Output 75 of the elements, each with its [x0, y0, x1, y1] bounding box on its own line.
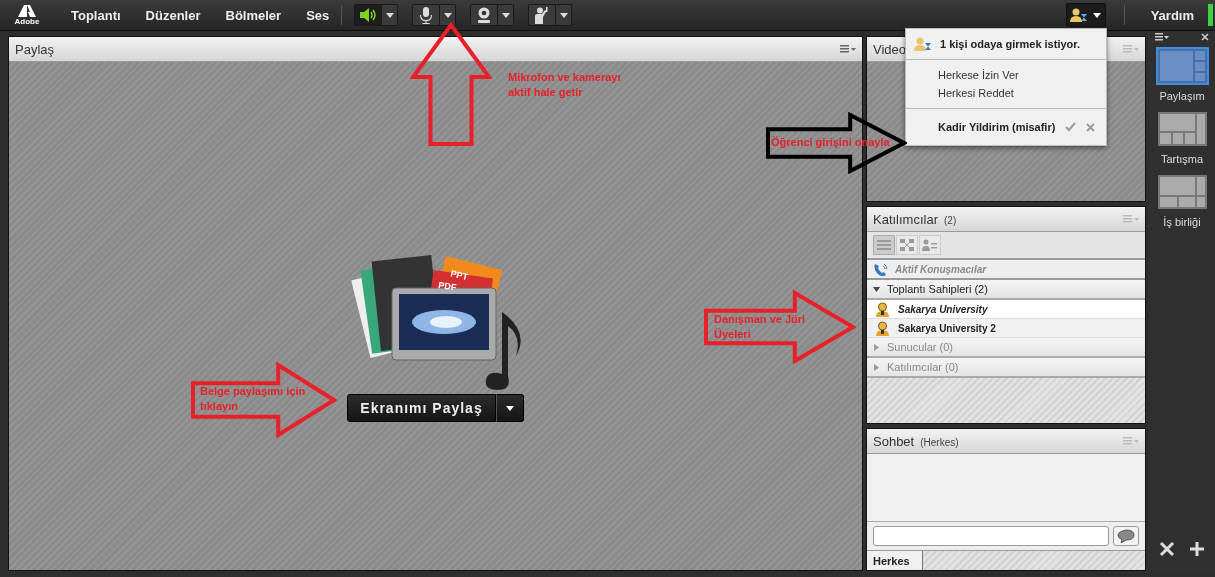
- help-menu[interactable]: Yardım: [1150, 7, 1194, 23]
- camera-button[interactable]: [470, 4, 499, 26]
- speaker-icon: [359, 7, 378, 23]
- host-icon: [875, 320, 890, 336]
- webcam-icon: [476, 7, 493, 23]
- tools-icon[interactable]: [1159, 541, 1175, 557]
- menu-item[interactable]: Düzenler: [145, 7, 201, 23]
- user-hourglass-icon: [1070, 8, 1089, 22]
- logo-icon: [18, 4, 36, 17]
- add-icon[interactable]: [1189, 541, 1205, 557]
- logo-text: Adobe: [14, 16, 40, 26]
- close-icon[interactable]: [1201, 33, 1209, 41]
- file-label: PDF: [437, 280, 457, 293]
- annotation-text: Danışman ve Jüri Üyeleri: [714, 312, 806, 342]
- menu-item[interactable]: Ses: [306, 7, 330, 23]
- mic-button[interactable]: [412, 4, 441, 26]
- attendee-row[interactable]: Sakarya University 2: [867, 319, 1145, 338]
- annotation-text: Mikrofon ve kamerayı aktif hale getir: [508, 70, 621, 100]
- layout-button[interactable]: İş birliği: [1155, 169, 1209, 232]
- person-icon: [922, 238, 938, 252]
- phone-icon: [873, 262, 889, 276]
- caret-icon: [443, 12, 452, 18]
- connection-indicator: [1208, 4, 1213, 26]
- layout-thumbnail-icon: [1155, 110, 1209, 148]
- chat-input-field[interactable]: [873, 526, 1109, 546]
- pod-subtitle: (Herkes): [920, 436, 959, 448]
- pod-title: Katılımcılar: [873, 211, 938, 227]
- chat-tab[interactable]: Herkes: [867, 551, 923, 570]
- pod-title: Video: [873, 41, 906, 57]
- send-button[interactable]: [1113, 526, 1139, 546]
- layout-thumbnail-icon: [1155, 47, 1209, 85]
- layout-button[interactable]: Paylaşım: [1155, 43, 1209, 106]
- layout-button[interactable]: Tartışma: [1155, 106, 1209, 169]
- active-speakers-label: Aktif Konuşmacılar: [895, 263, 987, 275]
- menu-item[interactable]: Herkese İzin Ver: [906, 66, 1106, 84]
- caret-icon: [559, 12, 568, 18]
- entry-requests-button[interactable]: [1065, 3, 1106, 27]
- request-message: 1 kişi odaya girmek istiyor.: [940, 38, 1080, 50]
- guest-name: Kadir Yildirim (misafir): [938, 121, 1056, 133]
- share-screen-button[interactable]: Ekranımı Paylaş: [347, 394, 496, 422]
- caret-icon: [505, 405, 514, 411]
- menu-item[interactable]: Herkesi Reddet: [906, 84, 1106, 102]
- pod-subtitle: (2): [944, 214, 957, 226]
- host-icon: [875, 301, 890, 317]
- speech-bubble-icon: [1117, 529, 1135, 543]
- dropdown-button[interactable]: [440, 4, 457, 26]
- speaker-button[interactable]: [354, 4, 383, 26]
- dropdown-button[interactable]: [382, 4, 399, 26]
- caret-icon: [1093, 12, 1102, 18]
- triangle-right-icon: [873, 343, 880, 351]
- raised-hand-icon: [534, 6, 551, 24]
- pod-title: Paylaş: [15, 41, 55, 57]
- microphone-icon: [419, 6, 434, 24]
- dropdown-button[interactable]: [495, 394, 524, 422]
- annotation-text: Belge paylaşımı için tıklayın: [200, 384, 306, 414]
- menu-icon[interactable]: [1155, 33, 1169, 41]
- caret-icon: [501, 12, 510, 18]
- layout-thumbnail-icon: [1155, 173, 1209, 211]
- pod-title: Sohbet: [873, 433, 915, 449]
- attendee-row[interactable]: Sakarya University: [867, 300, 1145, 319]
- hand-button[interactable]: [528, 4, 557, 26]
- triangle-right-icon: [873, 363, 880, 371]
- menu-item[interactable]: Bölmeler: [225, 7, 282, 23]
- file-label: PPT: [449, 268, 469, 283]
- list-icon: [876, 238, 892, 252]
- dropdown-button[interactable]: [498, 4, 515, 26]
- caret-icon: [385, 12, 394, 18]
- user-hourglass-icon: [914, 37, 932, 51]
- dropdown-button[interactable]: [556, 4, 573, 26]
- attendee-group[interactable]: Toplantı Sahipleri (2): [867, 280, 1145, 300]
- menu-icon[interactable]: [840, 44, 856, 54]
- menu-item[interactable]: Toplantı: [71, 7, 121, 23]
- triangle-down-icon: [873, 285, 880, 293]
- grid-icon: [899, 238, 915, 252]
- checkmark-icon[interactable]: [1065, 122, 1077, 132]
